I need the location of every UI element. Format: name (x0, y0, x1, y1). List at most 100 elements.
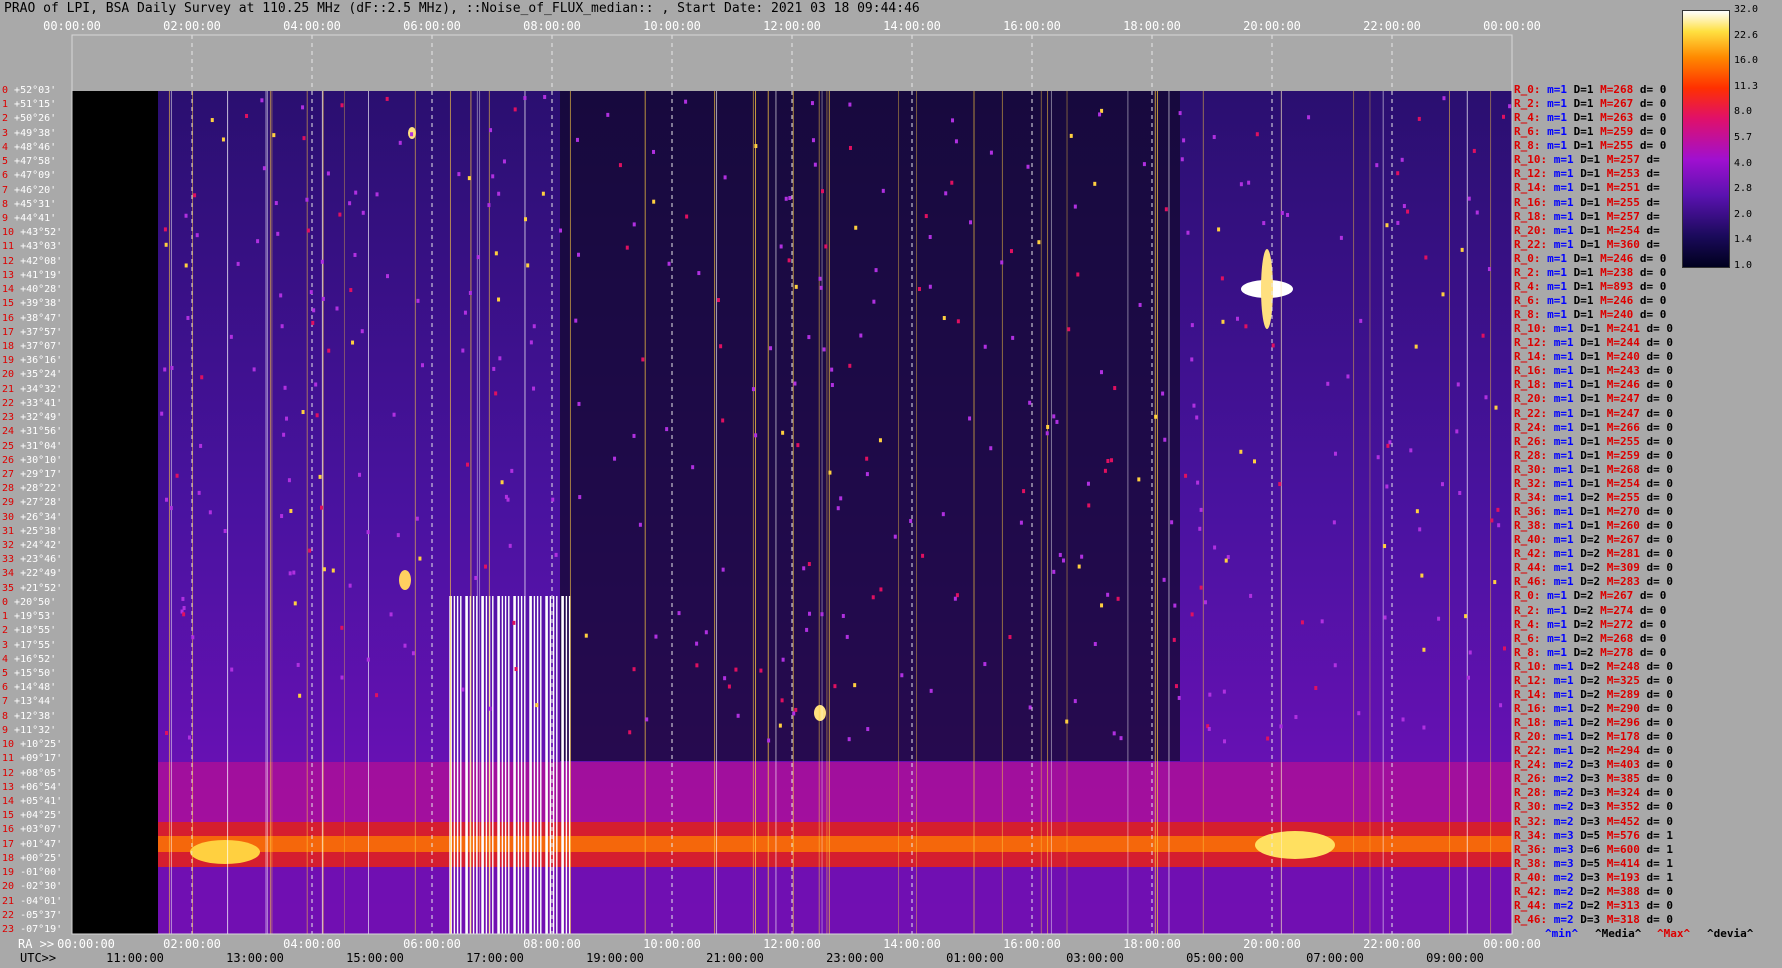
noise-speckle (498, 356, 502, 361)
noise-speckle (1235, 316, 1239, 321)
stats-D: D=3 (1580, 913, 1607, 926)
stats-row: R_30: m=1 D=1 M=268 d= 0 (1514, 462, 1673, 476)
colorbar-label: 2.8 (1734, 183, 1753, 195)
declination-index: 13 (2, 269, 21, 281)
declination-index: 12 (2, 255, 21, 267)
noise-speckle (543, 95, 547, 100)
stats-m: m=2 (1553, 786, 1581, 800)
stats-m: m=1 (1553, 406, 1581, 420)
noise-speckle (396, 533, 400, 538)
noise-speckle (1087, 503, 1091, 508)
noise-speckle (819, 285, 823, 290)
stats-row: R_12: m=1 D=2 M=325 d= 0 (1514, 673, 1673, 687)
utc-tick-label: 23:00:00 (826, 951, 884, 965)
noise-speckle (736, 713, 740, 718)
stats-D: D=1 (1580, 448, 1607, 462)
declination-index: 14 (2, 284, 21, 296)
stats-d: d= 0 (1646, 350, 1674, 364)
noise-speckle (311, 320, 315, 325)
noise-speckle (727, 684, 731, 689)
stats-m: m=1 (1553, 364, 1581, 378)
declination-value: +49°38' (14, 127, 57, 139)
ra-bottom-tick-label: 16:00:00 (1003, 937, 1061, 951)
noise-speckle (1221, 319, 1225, 324)
declination-value: +23°46' (20, 554, 63, 566)
stats-D: D=1 (1573, 125, 1601, 139)
stats-r: R_12: (1514, 673, 1554, 687)
stats-row: R_2: m=1 D=1 M=267 d= 0 (1514, 98, 1666, 110)
stats-M: M=289 (1606, 687, 1647, 701)
noise-speckle (1113, 386, 1117, 391)
ra-tick-label: 16:00:00 (1003, 19, 1061, 33)
noise-speckle (754, 433, 758, 438)
noise-speckle (1170, 520, 1174, 525)
noise-speckle (487, 203, 491, 208)
noise-speckle (165, 730, 169, 735)
noise-speckle (1376, 455, 1380, 460)
noise-speckle (1239, 182, 1243, 187)
stats-M: M=255 (1606, 195, 1647, 209)
colorbar-label: 16.0 (1734, 55, 1759, 67)
ra-tick-label: 08:00:00 (523, 19, 581, 33)
noise-speckle (559, 228, 563, 233)
declination-value: +47°09' (14, 170, 57, 182)
noise-speckle (360, 329, 364, 334)
noise-speckle (917, 287, 921, 292)
stats-m: m=2 (1553, 870, 1581, 884)
stats-row: R_6: m=1 D=2 M=268 d= 0 (1514, 632, 1666, 645)
noise-speckle (1142, 162, 1146, 167)
declination-value: +32°49' (20, 412, 63, 424)
declination-index: 20 (2, 881, 21, 893)
stats-M: M=274 (1600, 603, 1640, 617)
noise-speckle (163, 367, 167, 372)
noise-speckle (781, 430, 785, 435)
noise-speckle (1481, 333, 1485, 338)
stats-row: R_42: m=1 D=2 M=281 d= 0 (1514, 548, 1673, 560)
noise-speckle (1417, 116, 1421, 121)
colorbar-label: 2.0 (1734, 208, 1753, 220)
noise-speckle (1100, 603, 1104, 608)
noise-speckle (457, 172, 461, 177)
declination-value: +22°49' (20, 568, 63, 580)
declination-label: 7 +13°44' (2, 697, 56, 707)
noise-speckle (1472, 148, 1476, 153)
stats-M: M=325 (1606, 673, 1647, 687)
noise-speckle (784, 196, 788, 201)
noise-speckle (1307, 115, 1311, 120)
stats-d: d= 0 (1646, 547, 1674, 561)
stats-M: M=193 (1606, 870, 1647, 884)
declination-label: 3 +49°38' (2, 127, 57, 139)
stats-row: R_12: m=1 D=1 M=253 d= (1514, 168, 1660, 180)
noise-speckle (289, 508, 293, 513)
stats-row: R_10: m=1 D=1 M=241 d= 0 (1514, 323, 1673, 335)
declination-value: +16°52' (14, 653, 57, 665)
noise-speckle (1073, 204, 1077, 209)
noise-speckle (280, 514, 284, 519)
noise-speckle (1026, 164, 1030, 169)
declination-label: 6 +47°09' (2, 171, 56, 181)
stats-D: D=2 (1580, 716, 1607, 730)
noise-speckle (197, 490, 201, 495)
declination-index: 31 (2, 525, 21, 537)
ra-bottom-tick-label: 00:00:00 (57, 937, 115, 951)
noise-speckle (575, 137, 579, 142)
stats-d: d= 0 (1639, 294, 1667, 308)
declination-value: +39°38' (20, 298, 63, 310)
stats-D: D=1 (1573, 294, 1601, 308)
noise-speckle (535, 703, 539, 708)
noise-speckle (989, 446, 993, 451)
declination-value: -04°01' (20, 895, 63, 907)
declination-value: +13°44' (14, 696, 57, 708)
declination-index: 21 (2, 383, 21, 395)
ra-tick-label: 02:00:00 (163, 19, 221, 33)
declination-index: 11 (2, 241, 21, 253)
stats-m: m=2 (1553, 814, 1581, 828)
stats-m: m=1 (1553, 153, 1581, 167)
stats-d: d= 0 (1646, 420, 1674, 434)
noise-speckle (340, 103, 344, 108)
stats-r: R_30: (1514, 462, 1554, 476)
stats-d: d= 0 (1646, 364, 1674, 378)
stats-d: d= 0 (1646, 378, 1674, 392)
noise-speckle (1106, 458, 1110, 463)
noise-speckle (723, 676, 727, 681)
